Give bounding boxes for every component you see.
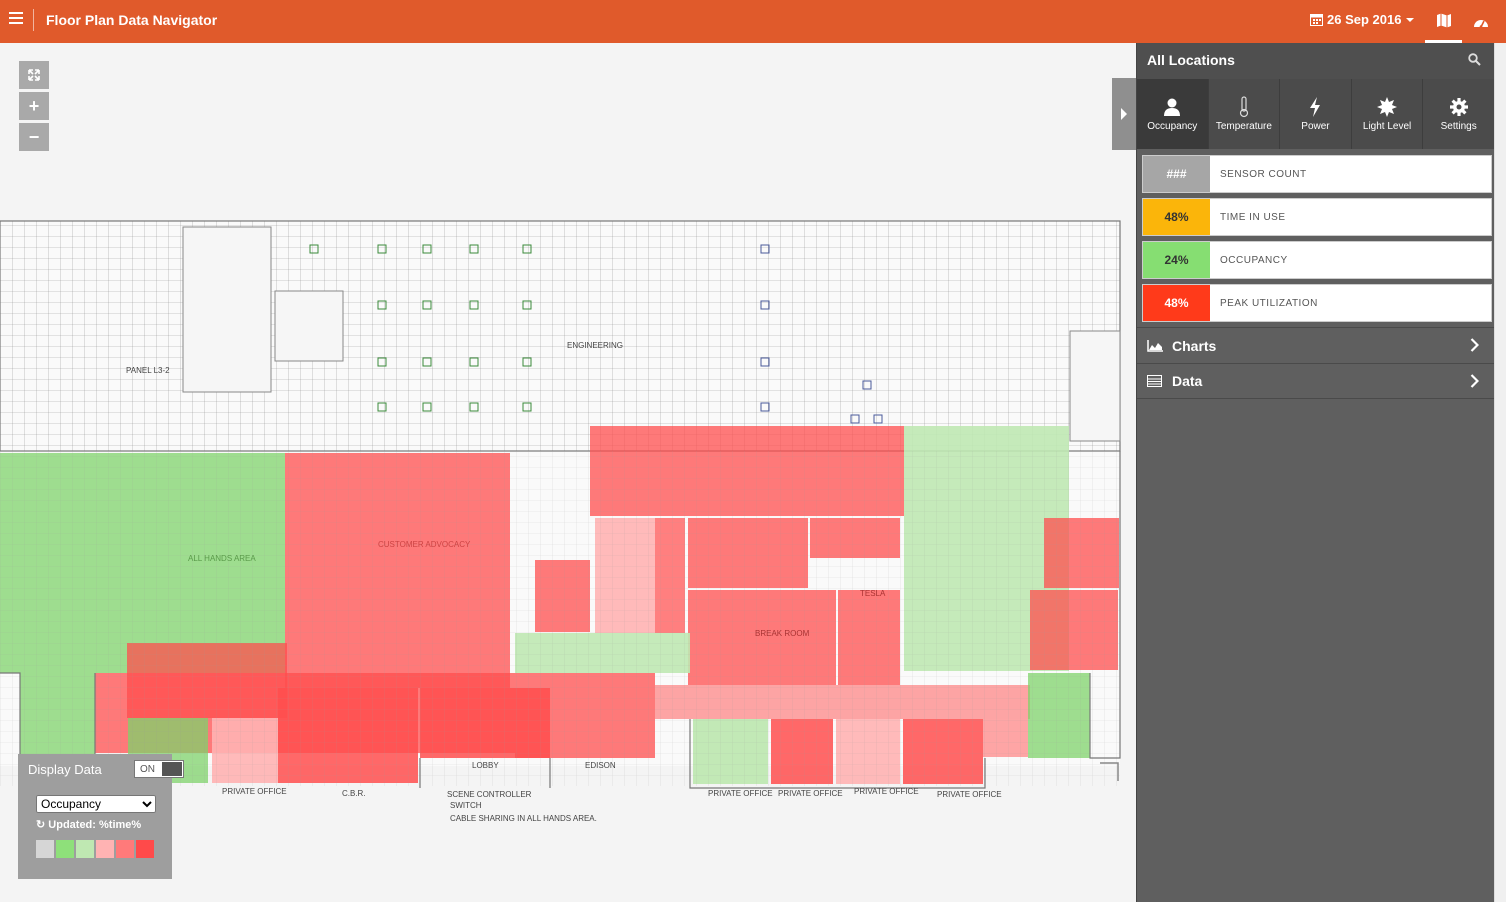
area-chart-icon bbox=[1147, 339, 1163, 352]
refresh-icon: ↻ bbox=[36, 819, 46, 831]
toggle-state: ON bbox=[140, 764, 155, 775]
section-label: Data bbox=[1172, 373, 1203, 389]
gear-icon bbox=[1449, 98, 1468, 116]
minus-icon: − bbox=[28, 126, 40, 147]
label-engineering: ENGINEERING bbox=[567, 341, 623, 350]
table-icon bbox=[1147, 375, 1162, 387]
zoom-in-button[interactable]: + bbox=[19, 92, 49, 120]
sun-icon bbox=[1377, 97, 1398, 117]
tab-settings[interactable]: Settings bbox=[1423, 79, 1495, 149]
legend-swatch bbox=[116, 840, 134, 858]
label-switch: SWITCH bbox=[450, 801, 482, 810]
legend-swatch bbox=[96, 840, 114, 858]
toggle-knob bbox=[162, 762, 182, 776]
metric-value: 24% bbox=[1143, 242, 1210, 278]
updated-text: Updated: %time% bbox=[48, 819, 142, 831]
label-private-office: PRIVATE OFFICE bbox=[854, 787, 919, 796]
map-icon bbox=[1436, 13, 1451, 27]
expand-icon bbox=[28, 69, 40, 81]
date-picker[interactable]: 26 Sep 2016 bbox=[1310, 12, 1415, 27]
chevron-right-icon bbox=[1470, 338, 1479, 352]
label-all-hands-area: ALL HANDS AREA bbox=[188, 554, 256, 563]
tab-label: Temperature bbox=[1215, 121, 1272, 132]
label-scene-controller: SCENE CONTROLLER bbox=[447, 790, 532, 799]
metric-peak-utilization: 48% PEAK UTILIZATION bbox=[1142, 284, 1492, 322]
label-customer-advocacy: CUSTOMER ADVOCACY bbox=[378, 540, 471, 549]
tab-label: Light Level bbox=[1362, 121, 1412, 132]
metric-time-in-use: 48% TIME IN USE bbox=[1142, 198, 1492, 236]
tab-occupancy[interactable]: Occupancy bbox=[1137, 79, 1209, 149]
collapse-panel-button[interactable] bbox=[1112, 78, 1136, 150]
label-private-office: PRIVATE OFFICE bbox=[937, 790, 1002, 799]
metric-occupancy: 24% OCCUPANCY bbox=[1142, 241, 1492, 279]
metric-value: ### bbox=[1143, 156, 1210, 192]
search-icon[interactable] bbox=[1468, 53, 1481, 71]
calendar-icon bbox=[1310, 14, 1323, 26]
caret-down-icon bbox=[1406, 17, 1415, 22]
map-view-button[interactable] bbox=[1425, 0, 1462, 43]
sidebar: All Locations Occupancy Temperature Powe… bbox=[1136, 43, 1495, 902]
legend-swatches bbox=[36, 840, 154, 858]
updated-status: ↻ Updated: %time% bbox=[36, 818, 141, 831]
label-panel: PANEL L3-2 bbox=[126, 366, 170, 375]
zoom-out-button[interactable]: − bbox=[19, 123, 49, 151]
metric-label: TIME IN USE bbox=[1220, 211, 1286, 223]
metric-label: SENSOR COUNT bbox=[1220, 168, 1307, 180]
display-data-panel: Display Data ON Occupancy ↻ Updated: %ti… bbox=[18, 754, 184, 879]
metric-tabs: Occupancy Temperature Power Light Level … bbox=[1137, 79, 1495, 149]
legend-swatch bbox=[76, 840, 94, 858]
tab-power[interactable]: Power bbox=[1280, 79, 1352, 149]
user-icon bbox=[1164, 98, 1181, 116]
display-data-toggle[interactable]: ON bbox=[134, 760, 184, 778]
tab-label: Settings bbox=[1440, 121, 1477, 132]
page-scrollbar[interactable] bbox=[1494, 43, 1506, 902]
metric-value: 48% bbox=[1143, 199, 1210, 235]
legend-swatch bbox=[136, 840, 154, 858]
tab-label: Occupancy bbox=[1147, 121, 1198, 132]
metric-value: 48% bbox=[1143, 285, 1210, 321]
data-section[interactable]: Data bbox=[1137, 363, 1495, 399]
label-break-room: BREAK ROOM bbox=[755, 629, 810, 638]
lightning-icon bbox=[1310, 97, 1321, 117]
app-title: Floor Plan Data Navigator bbox=[46, 12, 218, 28]
top-bar: Floor Plan Data Navigator 26 Sep 2016 bbox=[0, 0, 1506, 43]
chevron-right-icon bbox=[1470, 374, 1479, 388]
display-data-label: Display Data bbox=[28, 762, 102, 777]
data-type-select[interactable]: Occupancy bbox=[36, 795, 156, 813]
tab-light-level[interactable]: Light Level bbox=[1352, 79, 1424, 149]
legend-swatch bbox=[56, 840, 74, 858]
label-edison: EDISON bbox=[585, 761, 616, 770]
label-private-office: PRIVATE OFFICE bbox=[778, 789, 843, 798]
sidebar-header: All Locations bbox=[1137, 43, 1495, 79]
metric-label: OCCUPANCY bbox=[1220, 254, 1288, 266]
label-lobby: LOBBY bbox=[472, 761, 499, 770]
label-cbr: C.B.R. bbox=[342, 789, 366, 798]
section-label: Charts bbox=[1172, 337, 1217, 354]
plus-icon: + bbox=[28, 95, 40, 116]
tab-temperature[interactable]: Temperature bbox=[1209, 79, 1281, 149]
date-label: 26 Sep 2016 bbox=[1327, 12, 1402, 27]
metric-sensor-count: ### SENSOR COUNT bbox=[1142, 155, 1492, 193]
dashboard-icon bbox=[1474, 19, 1488, 28]
metric-label: PEAK UTILIZATION bbox=[1220, 297, 1318, 309]
thermometer-icon bbox=[1239, 96, 1248, 118]
label-tesla: TESLA bbox=[860, 589, 886, 598]
label-private-office: PRIVATE OFFICE bbox=[708, 789, 773, 798]
charts-section[interactable]: Charts bbox=[1137, 327, 1495, 363]
divider bbox=[33, 9, 34, 31]
sidebar-title: All Locations bbox=[1147, 52, 1235, 68]
label-private-office: PRIVATE OFFICE bbox=[222, 787, 287, 796]
fullscreen-button[interactable] bbox=[19, 61, 49, 89]
legend-swatch bbox=[36, 840, 54, 858]
floor-plan-drawing[interactable]: PANEL L3-2 ENGINEERING CUSTOMER ADVOCACY… bbox=[0, 203, 1136, 813]
menu-icon[interactable] bbox=[9, 12, 23, 26]
chevron-right-icon bbox=[1121, 108, 1127, 120]
dashboard-button[interactable] bbox=[1466, 0, 1496, 43]
tab-label: Power bbox=[1301, 121, 1330, 132]
floor-note: CABLE SHARING IN ALL HANDS AREA. bbox=[450, 814, 597, 823]
